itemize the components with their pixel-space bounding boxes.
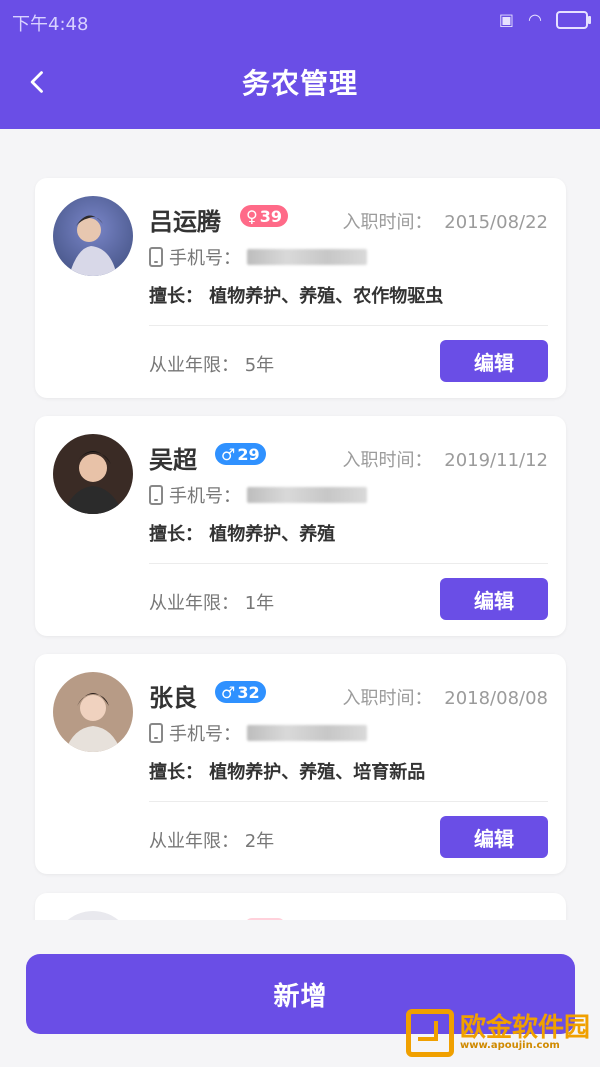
- skills: 擅长： 植物养护、养殖、农作物驱虫: [149, 282, 443, 308]
- phone-row: 手机号：: [149, 720, 367, 746]
- years: 从业年限： 2年: [149, 827, 274, 853]
- phone-label: 手机号：: [169, 486, 241, 507]
- years: 从业年限： 1年: [149, 589, 274, 615]
- avatar: [53, 434, 133, 514]
- divider: [149, 801, 548, 802]
- edit-button[interactable]: 编辑: [440, 816, 548, 858]
- male-icon: ♂: [221, 444, 236, 464]
- worker-card: 张良 ♂ 32 入职时间： 2018/08/08 手机号： 擅长： 植物养护、养…: [35, 654, 566, 874]
- gender-age-badge: ♀ 39: [240, 205, 288, 227]
- skills-label: 擅长：: [149, 524, 203, 545]
- years-value: 2年: [244, 831, 275, 852]
- watermark-url: www.apoujin.com: [459, 1040, 560, 1051]
- avatar-photo: [53, 434, 133, 514]
- header-bar: 下午4:48 ▣ ◠ 务农管理: [0, 0, 600, 129]
- skills-value: 植物养护、养殖、培育新品: [209, 762, 426, 783]
- years-value: 1年: [244, 593, 275, 614]
- years: 从业年限： 5年: [149, 351, 274, 377]
- worker-name: 吕运腾: [149, 208, 221, 236]
- join-value: 2019/11/12: [444, 450, 548, 471]
- age-value: 29: [237, 444, 260, 464]
- watermark-text: 欧金软件园 www.apoujin.com: [460, 1015, 590, 1051]
- phone-row: 手机号：: [149, 482, 367, 508]
- phone-label: 手机号：: [169, 724, 241, 745]
- phone-icon: [149, 485, 163, 505]
- skills-label: 擅长：: [149, 286, 203, 307]
- wifi-icon: ◠: [528, 10, 542, 29]
- watermark: 欧金软件园 www.apoujin.com: [405, 1009, 590, 1057]
- male-icon: ♂: [221, 682, 236, 702]
- watermark-logo-icon: [405, 1009, 454, 1057]
- worker-name: 吴超: [149, 446, 197, 474]
- status-time: 下午4:48: [12, 14, 89, 35]
- join-date: 入职时间： 2018/08/08: [343, 684, 548, 710]
- gender-age-badge: ♂ 29: [215, 443, 266, 465]
- phone-number-blurred: [247, 725, 367, 741]
- phone-number-blurred: [247, 249, 367, 265]
- gender-age-badge: ♂ 32: [215, 681, 266, 703]
- phone-number-blurred: [247, 487, 367, 503]
- years-label: 从业年限：: [149, 355, 239, 376]
- edit-button[interactable]: 编辑: [440, 578, 548, 620]
- years-value: 5年: [244, 355, 275, 376]
- join-date: 入职时间： 2019/11/12: [343, 446, 548, 472]
- page-title: 务农管理: [241, 67, 358, 100]
- skills-value: 植物养护、养殖: [209, 524, 336, 545]
- skills-value: 植物养护、养殖、农作物驱虫: [209, 286, 444, 307]
- worker-name: 张良: [149, 684, 197, 712]
- phone-icon: [149, 247, 163, 267]
- years-label: 从业年限：: [149, 831, 239, 852]
- years-label: 从业年限：: [149, 593, 239, 614]
- gender-age-badge: [245, 918, 285, 920]
- skills-label: 擅长：: [149, 762, 203, 783]
- worker-card: 吴超 ♂ 29 入职时间： 2019/11/12 手机号： 擅长： 植物养护、养…: [35, 416, 566, 636]
- avatar: [53, 196, 133, 276]
- divider: [149, 563, 548, 564]
- join-label: 入职时间：: [342, 688, 433, 709]
- avatar-photo: [53, 196, 133, 276]
- skills: 擅长： 植物养护、养殖: [149, 520, 335, 546]
- battery-icon: [556, 10, 591, 29]
- phone-label: 手机号：: [169, 248, 241, 269]
- join-date: 入职时间： 2015/08/22: [343, 208, 548, 234]
- avatar-photo: [53, 672, 133, 752]
- status-icons: ▣ ◠: [498, 10, 591, 29]
- avatar: [53, 672, 133, 752]
- join-label: 入职时间：: [342, 212, 433, 233]
- worker-card: 吕运腾 ♀ 39 入职时间： 2015/08/22 手机号： 擅长： 植物养护、…: [35, 178, 566, 398]
- female-icon: ♀: [246, 206, 258, 226]
- join-label: 入职时间：: [342, 450, 433, 471]
- status-bar: 下午4:48 ▣ ◠: [0, 0, 600, 40]
- divider: [149, 325, 548, 326]
- phone-icon: [149, 723, 163, 743]
- edit-button[interactable]: 编辑: [440, 340, 548, 382]
- age-value: 39: [259, 206, 282, 226]
- watermark-title: 欧金软件园: [459, 1013, 590, 1043]
- join-value: 2018/08/08: [444, 688, 548, 709]
- worker-list[interactable]: 吕运腾 ♀ 39 入职时间： 2015/08/22 手机号： 擅长： 植物养护、…: [0, 160, 600, 920]
- skills: 擅长： 植物养护、养殖、培育新品: [149, 758, 425, 784]
- worker-card-partial: [35, 893, 566, 920]
- phone-row: 手机号：: [149, 244, 367, 270]
- age-value: 32: [237, 682, 260, 702]
- join-value: 2015/08/22: [444, 212, 548, 233]
- sim-icon: ▣: [498, 10, 515, 29]
- avatar-placeholder: [53, 911, 133, 920]
